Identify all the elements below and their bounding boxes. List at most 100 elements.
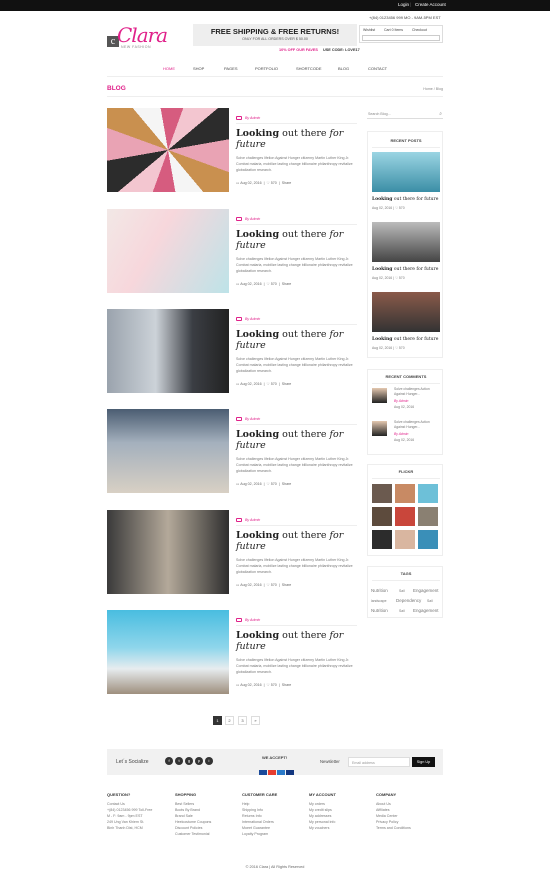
tag-link[interactable]: Nutrition xyxy=(371,588,388,593)
post-image[interactable] xyxy=(107,409,229,493)
share-link[interactable]: Share xyxy=(282,282,292,286)
footer-heading: SHOPPING xyxy=(175,792,197,797)
comment-text[interactable]: Solve challenges Action Against Hunger..… xyxy=(394,387,440,397)
post-image[interactable] xyxy=(107,309,229,393)
pinterest-icon[interactable]: p xyxy=(195,757,203,765)
post-title[interactable]: Looking out there for future xyxy=(236,229,356,251)
socialize-label: Let´s Socialize xyxy=(116,759,149,765)
tag-link[interactable]: Engagement xyxy=(413,588,439,593)
nav-home[interactable]: HOME xyxy=(163,66,175,71)
flickr-photo[interactable] xyxy=(372,530,392,549)
heart-icon: ♡ xyxy=(266,181,270,185)
share-link[interactable]: Share xyxy=(282,382,292,386)
post-image[interactable] xyxy=(107,610,229,694)
nav-portfolio[interactable]: PORTFOLIO xyxy=(255,66,278,71)
share-link[interactable]: Share xyxy=(282,683,292,687)
heart-icon: ♡ xyxy=(266,683,270,687)
instagram-icon[interactable]: i xyxy=(205,757,213,765)
flickr-photo[interactable] xyxy=(395,507,415,526)
post-image[interactable] xyxy=(107,108,229,192)
login-link[interactable]: Login xyxy=(398,2,409,7)
post-excerpt: Solve challenges lifelion Against Hunger… xyxy=(236,457,353,473)
flickr-photo[interactable] xyxy=(418,530,438,549)
sidebar-search-input[interactable]: Search Blog... ⌕ xyxy=(367,110,443,119)
post-title[interactable]: Looking out there for future xyxy=(236,128,356,150)
camera-icon xyxy=(236,618,242,623)
post-title[interactable]: Looking out there for future xyxy=(236,630,356,652)
checkout-link[interactable]: Checkout xyxy=(412,28,427,32)
footer-link[interactable]: My vouchers xyxy=(309,825,371,831)
nav-shortcode[interactable]: SHORTCODE xyxy=(296,66,321,71)
post-excerpt: Solve challenges lifelion Against Hunger… xyxy=(236,257,353,273)
nav-contact[interactable]: CONTACT xyxy=(368,66,387,71)
search-icon[interactable]: ⌕ xyxy=(439,111,442,117)
tag-link[interactable]: Dependency xyxy=(396,598,421,603)
comment-text[interactable]: Solve challenges Action Against Hunger..… xyxy=(394,420,440,430)
recent-post-meta: Aug 02, 2016 | ♡ 570 xyxy=(372,346,405,350)
facebook-icon[interactable]: f xyxy=(165,757,173,765)
next-page[interactable]: » xyxy=(251,716,260,725)
share-link[interactable]: Share xyxy=(282,181,292,185)
recent-post-title[interactable]: Looking out there for future xyxy=(372,267,438,272)
post-image[interactable] xyxy=(107,209,229,293)
camera-icon xyxy=(236,417,242,422)
copyright: © 2016 Clara | All Rights Reserved xyxy=(245,865,305,869)
cart-link[interactable]: Cart 0 Items xyxy=(384,28,403,32)
nav-blog[interactable]: BLOG xyxy=(338,66,349,71)
flickr-photo[interactable] xyxy=(418,507,438,526)
social-band: Let´s Socialize f t g p i WE ACCEPT! New… xyxy=(107,749,443,775)
flickr-photo[interactable] xyxy=(395,484,415,503)
recent-post-title[interactable]: Looking out there for future xyxy=(372,337,438,342)
calendar-icon: ▭ xyxy=(236,282,240,286)
flickr-photo[interactable] xyxy=(372,484,392,503)
recent-post-image[interactable] xyxy=(372,222,440,262)
camera-icon xyxy=(236,317,242,322)
newsletter-email-input[interactable]: Email address xyxy=(348,757,410,767)
create-account-link[interactable]: Create Account xyxy=(415,2,446,7)
recent-post-image[interactable] xyxy=(372,152,440,192)
footer-link[interactable]: Loyalty Program xyxy=(242,831,304,837)
tags-title: TAGS xyxy=(400,571,412,576)
recent-post-title[interactable]: Looking out there for future xyxy=(372,197,438,202)
tag-link[interactable]: Sail xyxy=(399,589,405,593)
tag-link[interactable]: Engagement xyxy=(413,608,439,613)
tag-link[interactable]: Sail xyxy=(427,599,433,603)
nav-shop[interactable]: SHOP xyxy=(193,66,204,71)
nav-pages[interactable]: PAGES xyxy=(224,66,238,71)
flickr-photo[interactable] xyxy=(372,507,392,526)
heart-icon: ♡ xyxy=(266,282,270,286)
twitter-icon[interactable]: t xyxy=(175,757,183,765)
contact-info: +(84) 0123456 999 MO - 9AM-5PM EST xyxy=(369,15,441,20)
comment-author: By Admin xyxy=(394,399,409,403)
footer-link[interactable]: Binh Thanh Dist, HCM xyxy=(107,825,169,831)
logo[interactable]: c Clara NEW FASHION xyxy=(107,23,187,51)
tag-link[interactable]: Nutrition xyxy=(371,608,388,613)
post-title[interactable]: Looking out there for future xyxy=(236,429,356,451)
post-image[interactable] xyxy=(107,510,229,594)
wishlist-link[interactable]: Wishlist xyxy=(363,28,375,32)
camera-icon xyxy=(236,518,242,523)
footer-heading: MY ACCOUNT xyxy=(309,792,336,797)
header-search-input[interactable] xyxy=(362,35,440,41)
footer-link[interactable]: Terms and Conditions xyxy=(376,825,438,831)
page-3[interactable]: 3 xyxy=(238,716,247,725)
signup-button[interactable]: Sign Up xyxy=(412,757,435,767)
share-link[interactable]: Share xyxy=(282,583,292,587)
flickr-photo[interactable] xyxy=(395,530,415,549)
post-title[interactable]: Looking out there for future xyxy=(236,329,356,351)
google-icon[interactable]: g xyxy=(185,757,193,765)
recent-post-image[interactable] xyxy=(372,292,440,332)
breadcrumb[interactable]: Home / Blog xyxy=(423,87,443,91)
footer-link[interactable]: Customer Testimonial xyxy=(175,831,237,837)
share-link[interactable]: Share xyxy=(282,482,292,486)
page-1[interactable]: 1 xyxy=(213,716,222,725)
page-2[interactable]: 2 xyxy=(225,716,234,725)
tag-link[interactable]: Sail xyxy=(399,609,405,613)
mastercard-icon xyxy=(268,770,276,775)
payment-cards xyxy=(259,762,299,775)
post-author: By Admin xyxy=(236,116,260,121)
flickr-photo[interactable] xyxy=(418,484,438,503)
tag-link[interactable]: landscape xyxy=(371,599,386,603)
post-title[interactable]: Looking out there for future xyxy=(236,530,356,552)
avatar xyxy=(372,421,387,436)
